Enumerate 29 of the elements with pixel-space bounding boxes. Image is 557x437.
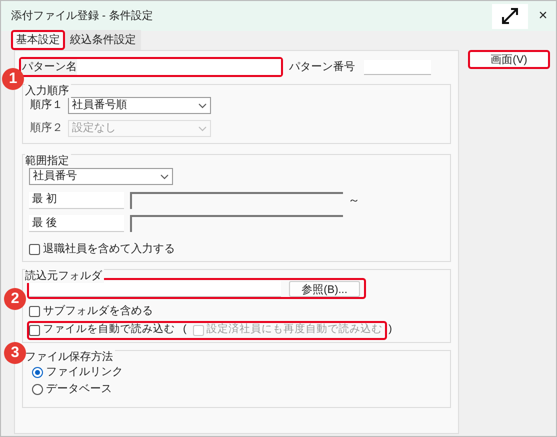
window-title: 添付ファイル登録 - 条件設定 xyxy=(11,8,153,24)
checkbox-label[interactable]: ファイルを自動で読み込む xyxy=(43,322,175,338)
field-label: 順序１ xyxy=(30,98,64,114)
checkbox-label[interactable]: 退職社員を含めて入力する xyxy=(43,241,175,258)
callout-badge: 3 xyxy=(4,342,26,364)
field-label: 最 後 xyxy=(29,215,124,232)
tilde-separator: ～ xyxy=(348,192,360,209)
tab[interactable]: 絞込条件設定 xyxy=(65,30,141,50)
group-title: 入力順序 xyxy=(25,84,71,98)
group-title: ファイル保存方法 xyxy=(25,350,115,364)
checkbox-label[interactable]: サブフォルダを含める xyxy=(43,303,153,320)
dropdown[interactable]: 社員番号 xyxy=(29,168,173,185)
callout-badge: 2 xyxy=(4,288,26,310)
dropdown[interactable]: 社員番号順 xyxy=(68,97,211,114)
parenthesis: ) xyxy=(388,322,392,338)
screen-button[interactable]: 画面(V) xyxy=(468,50,550,69)
group-title: 範囲指定 xyxy=(25,154,71,168)
browse-button[interactable]: 参照(B)... xyxy=(289,280,360,296)
field-label: 最 初 xyxy=(29,192,124,208)
field-label: パターン番号 xyxy=(289,60,355,75)
field-label: 順序２ xyxy=(30,120,64,136)
callout-badge: 1 xyxy=(2,68,24,90)
close-button[interactable]: × xyxy=(530,4,556,28)
tab[interactable]: 基本設定 xyxy=(11,30,65,50)
radio-label[interactable]: ファイルリンク xyxy=(46,364,123,381)
field-label: パターン名 xyxy=(21,59,77,75)
group-title: 読込元フォルダ xyxy=(25,269,104,283)
radio-label[interactable]: データベース xyxy=(46,381,112,398)
parenthesis: ( xyxy=(183,322,186,338)
